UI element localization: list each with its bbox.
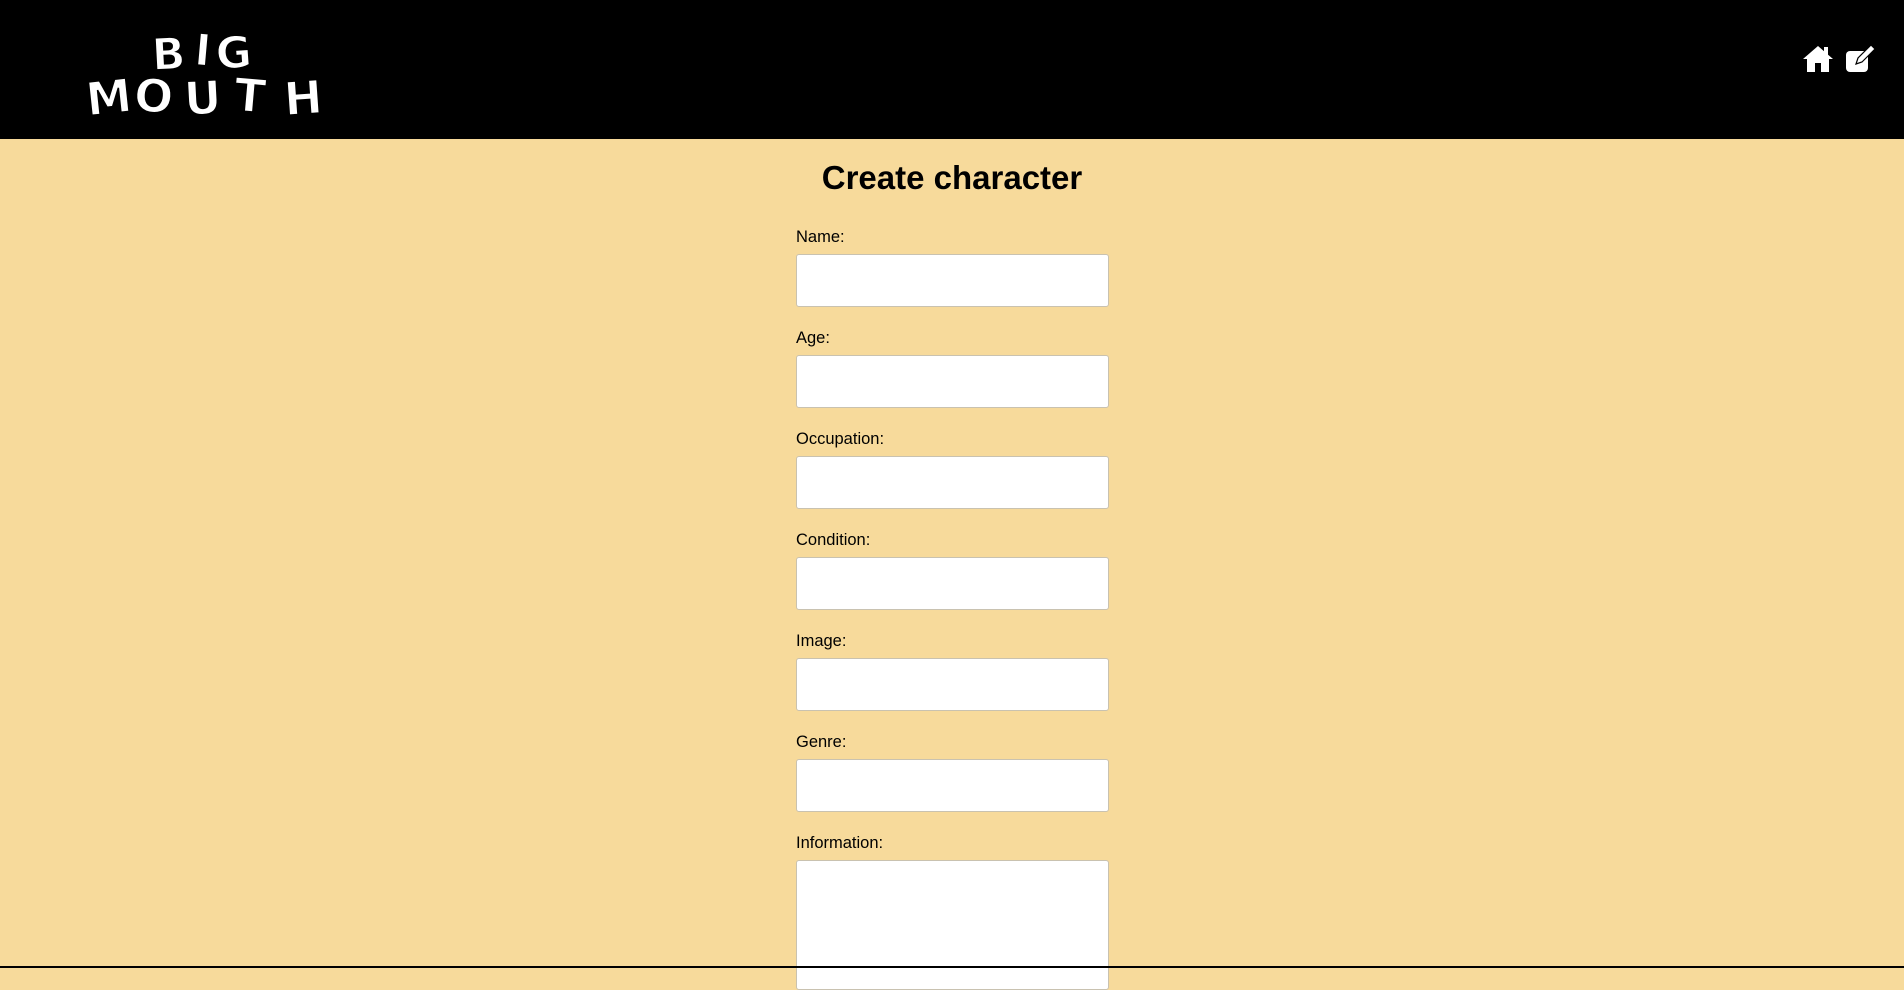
site-header: B I G M O U T H bbox=[0, 0, 1904, 139]
edit-icon[interactable] bbox=[1844, 44, 1876, 74]
header-nav bbox=[1802, 44, 1876, 74]
occupation-input[interactable] bbox=[796, 456, 1109, 509]
svg-text:I: I bbox=[192, 25, 213, 77]
genre-field-group: Genre: bbox=[796, 729, 1110, 830]
svg-text:T: T bbox=[232, 67, 269, 122]
big-mouth-logo[interactable]: B I G M O U T H bbox=[84, 18, 356, 122]
image-field-group: Image: bbox=[796, 628, 1110, 729]
occupation-field-group: Occupation: bbox=[796, 426, 1110, 527]
svg-text:H: H bbox=[282, 70, 324, 122]
genre-input[interactable] bbox=[796, 759, 1109, 812]
age-label: Age: bbox=[796, 329, 830, 347]
information-textarea[interactable] bbox=[796, 860, 1109, 990]
svg-text:M: M bbox=[84, 68, 134, 122]
condition-label: Condition: bbox=[796, 531, 871, 549]
age-input[interactable] bbox=[796, 355, 1109, 408]
condition-input[interactable] bbox=[796, 557, 1109, 610]
information-field-group: Information: bbox=[796, 830, 1110, 990]
page-title: Create character bbox=[821, 159, 1083, 196]
create-character-form: Name: Age: Occupation: Condition: Image:… bbox=[796, 224, 1110, 990]
condition-field-group: Condition: bbox=[796, 527, 1110, 628]
name-label: Name: bbox=[796, 228, 845, 246]
name-field-group: Name: bbox=[796, 224, 1110, 325]
name-input[interactable] bbox=[796, 254, 1109, 307]
home-icon[interactable] bbox=[1802, 44, 1834, 74]
age-field-group: Age: bbox=[796, 325, 1110, 426]
image-input[interactable] bbox=[796, 658, 1109, 711]
svg-text:U: U bbox=[183, 70, 223, 122]
genre-label: Genre: bbox=[796, 733, 847, 751]
image-label: Image: bbox=[796, 632, 847, 650]
svg-text:O: O bbox=[132, 68, 175, 122]
occupation-label: Occupation: bbox=[796, 430, 885, 448]
information-label: Information: bbox=[796, 834, 884, 852]
